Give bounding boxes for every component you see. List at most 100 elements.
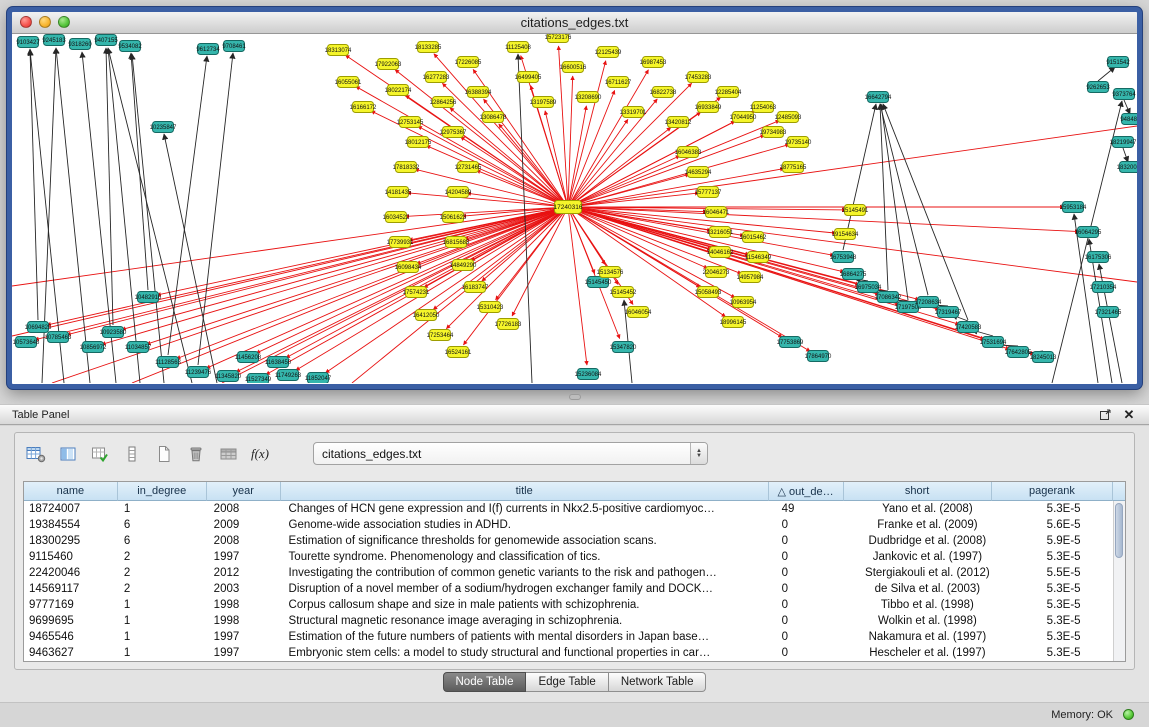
graph-node[interactable]: 17453283 [685,72,712,83]
table-cell[interactable]: 9465546 [24,629,119,645]
table-cell[interactable]: Tibbo et al. (1998) [853,597,1003,613]
table-cell[interactable]: 22420046 [24,565,119,581]
graph-node[interactable]: 16046054 [625,307,652,318]
graph-node[interactable]: 16753948 [830,252,857,263]
table-cell[interactable]: 2008 [209,533,284,549]
graph-node[interactable]: 17319467 [935,307,962,318]
graph-node[interactable]: 17240316 [554,201,583,214]
table-cell[interactable]: Tourette syndrome. Phenomenology and cla… [284,549,777,565]
close-panel-icon[interactable]: ✕ [1121,407,1137,423]
close-window-button[interactable] [20,16,32,28]
graph-node[interactable]: 9245183 [42,35,66,46]
graph-node[interactable]: 18313074 [325,45,352,56]
graph-node[interactable]: 13086478 [480,112,507,123]
graph-node[interactable]: 9484875 [1120,114,1137,125]
table-cell[interactable]: 5.3E-5 [1002,597,1125,613]
graph-node[interactable]: 10235847 [150,122,177,133]
table-cell[interactable]: 2 [119,565,209,581]
graph-node[interactable]: 18133285 [415,42,442,53]
table-cell[interactable]: 2012 [209,565,284,581]
table-cell[interactable]: 6 [119,533,209,549]
table-cell[interactable]: 2 [119,549,209,565]
table-cell[interactable]: Disruption of a novel member of a sodium… [284,581,777,597]
table-cell[interactable]: 1998 [209,597,284,613]
table-cell[interactable]: Jankovic et al. (1997) [853,549,1003,565]
graph-node[interactable]: 12731465 [455,162,482,173]
graph-node[interactable]: 11034857 [125,342,152,353]
graph-node[interactable]: 9708461 [222,41,246,52]
float-panel-icon[interactable] [1097,407,1113,423]
table-cell[interactable]: 0 [777,549,853,565]
table-cell[interactable]: Dudbridge et al. (2008) [853,533,1003,549]
table-cell[interactable]: 0 [777,629,853,645]
graph-node[interactable]: 16046383 [675,147,702,158]
graph-node[interactable]: 18012175 [405,137,432,148]
delete-row-button[interactable] [183,442,209,466]
graph-node[interactable]: 16034522 [383,212,410,223]
table-scrollbar[interactable] [1113,501,1125,661]
graph-node[interactable]: 16815683 [443,237,470,248]
graph-node[interactable]: 10963954 [730,297,757,308]
table-cell[interactable]: 1 [119,597,209,613]
table-cell[interactable]: 2003 [209,581,284,597]
graph-edge-black[interactable] [131,53,148,290]
graph-node[interactable]: 15145491 [842,205,869,216]
graph-node[interactable]: 16175306 [1085,252,1112,263]
graph-node[interactable]: 22046273 [703,267,730,278]
graph-node[interactable]: 9612734 [196,44,220,55]
table-cell[interactable]: 18300295 [24,533,119,549]
table-cell[interactable]: 49 [777,501,853,517]
graph-node[interactable]: 18996145 [720,317,747,328]
titlebar[interactable]: citations_edges.txt [12,12,1137,34]
graph-edge-red[interactable] [568,207,726,317]
graph-node[interactable]: 11345820 [215,371,242,382]
table-cell[interactable]: Corpus callosum shape and size in male p… [284,597,777,613]
graph-node[interactable]: 19735140 [785,137,812,148]
graph-node[interactable]: 17818332 [393,162,420,173]
graph-node[interactable]: 12285404 [715,87,742,98]
table-cell[interactable]: Nakamura et al. (1997) [853,629,1003,645]
table-cell[interactable]: 5.3E-5 [1002,613,1125,629]
table-cell[interactable]: Wolkin et al. (1998) [853,613,1003,629]
graph-node[interactable]: 15310423 [477,302,504,313]
graph-node[interactable]: 17739931 [387,237,414,248]
graph-node[interactable]: 14204589 [445,187,472,198]
graph-node[interactable]: 19734983 [760,127,787,138]
graph-node[interactable]: 11749263 [275,370,302,381]
table-cell[interactable]: 0 [777,533,853,549]
graph-node[interactable]: 14046162 [707,247,734,258]
table-cell[interactable]: 2008 [209,501,284,517]
table-cell[interactable]: 6 [119,517,209,533]
network-view[interactable]: 9103427924518393182609407155953408296127… [12,34,1137,383]
table-cell[interactable]: Estimation of the future numbers of pati… [284,629,777,645]
table-cell[interactable]: Stergiakouli et al. (2012) [853,565,1003,581]
graph-node[interactable]: 16015462 [740,232,767,243]
table-cell[interactable]: Hescheler et al. (1997) [853,645,1003,661]
table-cell[interactable]: Embryonic stem cells: a model to study s… [284,645,777,661]
column-header-year[interactable]: year [207,482,281,501]
graph-node[interactable]: 9151542 [1106,57,1130,68]
table-cell[interactable]: 0 [777,565,853,581]
column-header-pagerank[interactable]: pagerank [992,482,1113,501]
graph-node[interactable]: 11128563 [155,357,181,368]
graph-node[interactable]: 13420812 [665,117,692,128]
graph-node[interactable]: 10694825 [25,322,52,333]
graph-node[interactable]: 16822738 [650,87,677,98]
graph-node[interactable]: 15236084 [575,369,602,380]
graph-node[interactable]: 16524161 [445,347,472,358]
graph-node[interactable]: 16064295 [1075,227,1102,238]
graph-edge-black[interactable] [1124,100,1130,114]
graph-node[interactable]: 18245013 [1030,352,1057,363]
graph-node[interactable]: 10482916 [135,292,162,303]
table-cell[interactable]: 5.5E-5 [1002,565,1125,581]
graph-node[interactable]: 18219947 [1110,137,1137,148]
table-cell[interactable]: 1997 [209,549,284,565]
graph-node[interactable]: 16055061 [335,77,362,88]
graph-edge-black[interactable] [1123,148,1128,162]
table-selector-dropdown[interactable]: citations_edges.txt ▲▼ [313,442,708,465]
table-row[interactable]: 946362711997Embryonic stem cells: a mode… [24,645,1125,661]
table-row[interactable]: 1456911722003Disruption of a novel membe… [24,581,1125,597]
rows-button[interactable] [119,442,145,466]
graph-node[interactable]: 16864275 [840,269,867,280]
create-column-button[interactable] [87,442,113,466]
